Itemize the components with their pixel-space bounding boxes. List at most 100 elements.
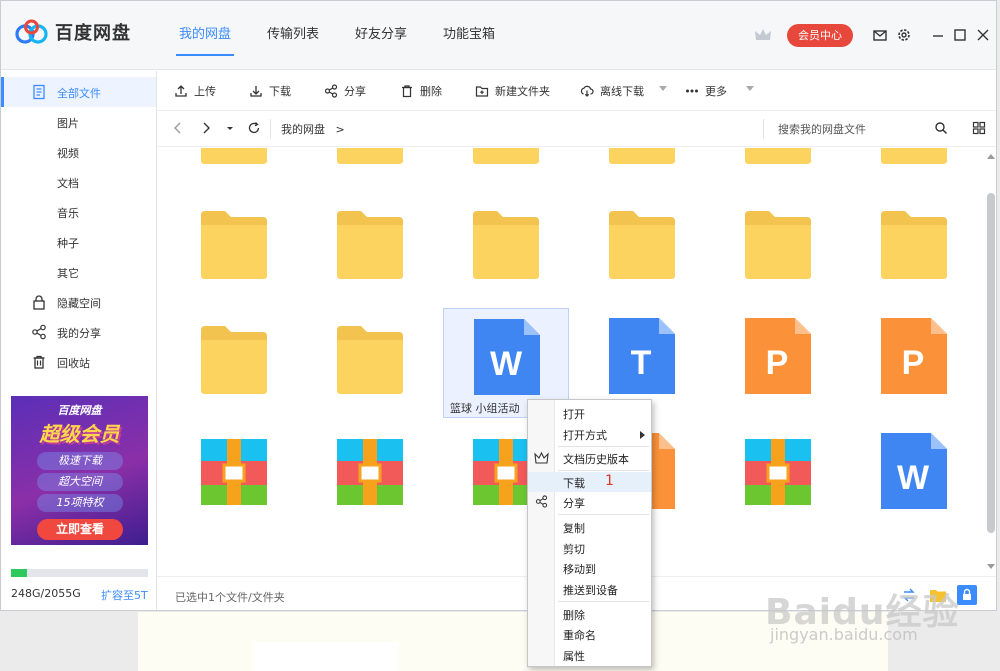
- file-item[interactable]: W: [851, 423, 977, 533]
- menu-item-download[interactable]: 下载 1: [528, 472, 651, 492]
- download-button[interactable]: 下载: [249, 83, 291, 99]
- search-icon[interactable]: [934, 121, 948, 135]
- ad-view-now-button[interactable]: 立即查看: [37, 519, 123, 540]
- menu-item-doc-history[interactable]: 文档历史版本: [528, 448, 651, 468]
- new-folder-icon: [475, 86, 489, 97]
- folder-item[interactable]: [307, 193, 433, 303]
- lock-icon[interactable]: [957, 585, 977, 605]
- storage-quota-bar: [11, 569, 148, 577]
- trash-icon: [33, 355, 45, 369]
- folder-item[interactable]: [443, 193, 569, 303]
- mail-icon[interactable]: [872, 27, 888, 43]
- folder-item[interactable]: [307, 148, 433, 188]
- folder-file-icon: [745, 211, 811, 279]
- grid-view-icon[interactable]: [972, 121, 986, 135]
- expand-storage-link[interactable]: 扩容至5T: [101, 587, 148, 603]
- minimize-icon[interactable]: [930, 27, 946, 43]
- forward-icon[interactable]: [199, 121, 213, 135]
- refresh-icon[interactable]: [247, 121, 261, 135]
- sidebar-item-music[interactable]: 音乐: [1, 197, 156, 227]
- close-icon[interactable]: [975, 27, 991, 43]
- file-item[interactable]: [171, 423, 297, 533]
- breadcrumb-separator: >: [335, 123, 345, 136]
- menu-item-rename[interactable]: 重命名: [528, 624, 651, 644]
- crown-icon[interactable]: [754, 27, 772, 43]
- folder-item[interactable]: [715, 193, 841, 303]
- menu-item-open[interactable]: 打开: [528, 403, 651, 423]
- svg-text:P: P: [902, 344, 925, 382]
- folder-item[interactable]: [171, 308, 297, 418]
- tab-toolbox[interactable]: 功能宝箱: [425, 1, 513, 70]
- folder-item[interactable]: [307, 308, 433, 418]
- sidebar-item-label: 回收站: [57, 357, 90, 370]
- chevron-down-icon[interactable]: [746, 86, 754, 91]
- sidebar-item-hidden-space[interactable]: 隐藏空间: [1, 287, 156, 317]
- folder-item[interactable]: [579, 193, 705, 303]
- folder-file-icon: [201, 148, 267, 164]
- sidebar-item-my-shares[interactable]: 我的分享: [1, 317, 156, 347]
- offline-download-button[interactable]: 离线下载: [580, 83, 644, 99]
- menu-item-label: 文档历史版本: [563, 453, 629, 466]
- menu-item-properties[interactable]: 属性: [528, 645, 651, 665]
- watermark-url: jingyan.baidu.com: [770, 625, 918, 644]
- menu-item-delete[interactable]: 删除: [528, 604, 651, 624]
- tab-my-disk[interactable]: 我的网盘: [161, 1, 249, 70]
- scroll-up-icon[interactable]: [987, 154, 995, 159]
- share-button[interactable]: 分享: [324, 83, 366, 99]
- search-input[interactable]: 搜索我的网盘文件: [778, 121, 866, 137]
- folder-item[interactable]: [171, 193, 297, 303]
- annotation-step-number: 1: [605, 473, 614, 489]
- gear-icon[interactable]: [896, 27, 912, 43]
- zip-file-icon: [201, 439, 267, 505]
- maximize-icon[interactable]: [952, 27, 968, 43]
- menu-separator: [558, 446, 649, 447]
- sidebar-item-recycle-bin[interactable]: 回收站: [1, 347, 156, 377]
- file-item[interactable]: P: [715, 308, 841, 418]
- menu-item-label: 复制: [563, 522, 585, 535]
- app-logo[interactable]: 百度网盘: [15, 19, 131, 45]
- folder-item[interactable]: [851, 193, 977, 303]
- storage-quota-text: 248G/2055G: [11, 587, 81, 600]
- menu-item-cut[interactable]: 剪切: [528, 538, 651, 558]
- sidebar-item-documents[interactable]: 文档: [1, 167, 156, 197]
- file-item[interactable]: P: [851, 308, 977, 418]
- share-label: 分享: [344, 85, 366, 98]
- scrollbar-thumb[interactable]: [987, 193, 995, 533]
- tab-transfer-list[interactable]: 传输列表: [249, 1, 337, 70]
- sidebar-item-all-files[interactable]: 全部文件: [1, 77, 156, 107]
- back-icon[interactable]: [171, 121, 185, 135]
- folder-item[interactable]: [715, 148, 841, 188]
- folder-item[interactable]: [579, 148, 705, 188]
- folder-item[interactable]: [171, 148, 297, 188]
- chevron-down-icon[interactable]: [659, 86, 667, 91]
- scroll-down-icon[interactable]: [987, 564, 995, 569]
- vip-center-button[interactable]: 会员中心: [787, 24, 853, 47]
- vertical-scrollbar[interactable]: [985, 148, 996, 575]
- delete-button[interactable]: 删除: [400, 83, 442, 99]
- menu-item-share[interactable]: 分享: [528, 492, 651, 512]
- menu-item-move-to[interactable]: 移动到: [528, 558, 651, 578]
- folder-file-icon: [473, 211, 539, 279]
- vip-ad-banner[interactable]: 百度网盘 超级会员 极速下载 超大空间 15项特权 立即查看: [11, 396, 148, 545]
- menu-item-open-with[interactable]: 打开方式: [528, 424, 651, 444]
- file-item[interactable]: [307, 423, 433, 533]
- tab-friend-share[interactable]: 好友分享: [337, 1, 425, 70]
- txt-file-icon: T: [609, 318, 675, 394]
- file-item[interactable]: [715, 423, 841, 533]
- chevron-down-icon[interactable]: [223, 121, 237, 135]
- sidebar-item-torrents[interactable]: 种子: [1, 227, 156, 257]
- more-button[interactable]: 更多: [685, 83, 727, 99]
- new-folder-button[interactable]: 新建文件夹: [475, 83, 550, 99]
- folder-item[interactable]: [443, 148, 569, 188]
- menu-item-label: 分享: [563, 497, 585, 510]
- menu-item-copy[interactable]: 复制: [528, 517, 651, 537]
- folder-item[interactable]: [851, 148, 977, 188]
- offline-download-label: 离线下载: [600, 85, 644, 98]
- breadcrumb-my-disk[interactable]: 我的网盘: [281, 123, 325, 136]
- upload-button[interactable]: 上传: [174, 83, 216, 99]
- background-block: [253, 642, 398, 671]
- sidebar-item-images[interactable]: 图片: [1, 107, 156, 137]
- menu-item-push-to-device[interactable]: 推送到设备: [528, 579, 651, 599]
- sidebar-item-others[interactable]: 其它: [1, 257, 156, 287]
- sidebar-item-videos[interactable]: 视频: [1, 137, 156, 167]
